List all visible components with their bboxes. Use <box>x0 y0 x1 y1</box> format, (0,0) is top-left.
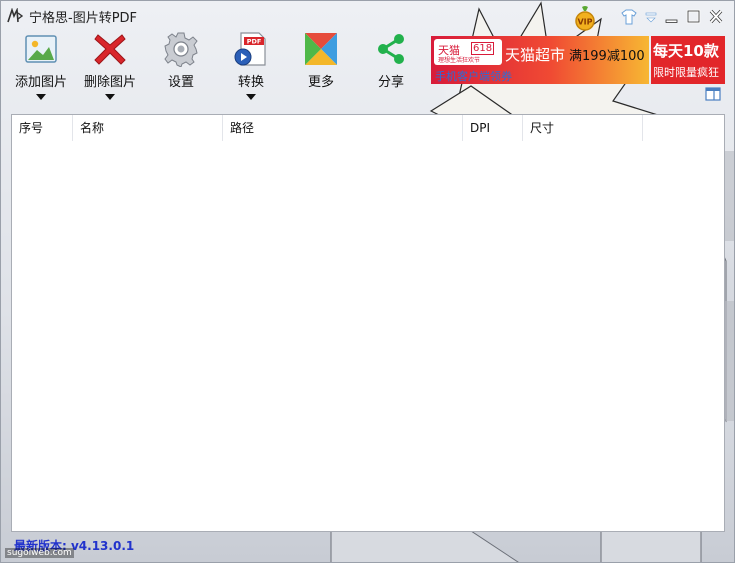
column-header-path[interactable]: 路径 <box>223 115 463 141</box>
column-header-name[interactable]: 名称 <box>73 115 223 141</box>
ad-main-panel[interactable]: 天猫 618 理想生活狂欢节 天猫超市 满199减100 手机客户端领券 <box>431 36 649 84</box>
convert-button[interactable]: PDF 转换 <box>220 31 282 100</box>
layout-toggle-icon[interactable] <box>705 87 721 101</box>
delete-x-icon <box>94 34 126 65</box>
column-header-dpi[interactable]: DPI <box>463 115 523 141</box>
vip-badge-icon[interactable]: VIP <box>573 5 597 31</box>
ad-banner[interactable]: 天猫 618 理想生活狂欢节 天猫超市 满199减100 手机客户端领券 每天1… <box>431 36 725 84</box>
ad-side-panel[interactable]: 每天10款 限时限量疯狂 <box>651 36 725 84</box>
close-icon[interactable] <box>707 9 725 25</box>
more-label: 更多 <box>307 75 334 90</box>
more-apps-icon <box>305 33 337 65</box>
minimize-icon[interactable] <box>663 9 681 25</box>
ad-right-title: 每天10款 <box>653 42 719 60</box>
skin-icon[interactable] <box>620 9 638 25</box>
share-icon <box>378 34 404 64</box>
ad-slogan: 理想生活狂欢节 <box>438 57 481 64</box>
settings-button[interactable]: 设置 <box>150 31 212 90</box>
delete-image-button[interactable]: 删除图片 <box>79 31 141 100</box>
add-image-button[interactable]: 添加图片 <box>10 31 72 100</box>
svg-text:VIP: VIP <box>577 18 592 27</box>
more-button[interactable]: 更多 <box>290 31 352 90</box>
column-header-index[interactable]: 序号 <box>12 115 73 141</box>
share-label: 分享 <box>377 75 404 90</box>
ad-brand-logo: 天猫 618 理想生活狂欢节 <box>434 39 502 65</box>
convert-pdf-icon: PDF <box>234 32 266 66</box>
window-title: 宁格思-图片转PDF <box>29 11 138 26</box>
title-bar: 宁格思-图片转PDF VIP <box>1 1 734 31</box>
app-logo-icon <box>7 8 23 23</box>
convert-label: 转换 <box>237 75 264 90</box>
gear-icon <box>164 32 198 67</box>
add-image-dropdown-caret[interactable] <box>36 94 46 100</box>
add-image-icon <box>25 35 57 63</box>
share-button[interactable]: 分享 <box>360 31 422 90</box>
app-window: 宁格思-图片转PDF VIP 添加图片 删除图片 设置 PDF 转换 更多 分享… <box>0 0 735 563</box>
delete-image-dropdown-caret[interactable] <box>105 94 115 100</box>
ad-right-subtitle: 限时限量疯狂 <box>653 66 719 79</box>
ad-subtitle: 手机客户端领券 <box>435 70 512 83</box>
delete-image-label: 删除图片 <box>83 75 136 90</box>
add-image-label: 添加图片 <box>14 75 67 90</box>
dropdown-menu-icon[interactable] <box>642 9 660 25</box>
ad-title: 天猫超市 <box>505 46 566 64</box>
convert-dropdown-caret[interactable] <box>246 94 256 100</box>
settings-label: 设置 <box>167 75 194 90</box>
table-header: 序号 名称 路径 DPI 尺寸 <box>12 115 724 141</box>
pdf-badge-text: PDF <box>247 38 262 46</box>
watermark-text: sugoiweb.com <box>5 548 74 558</box>
column-header-size[interactable]: 尺寸 <box>523 115 643 141</box>
ad-badge: 618 <box>471 42 495 55</box>
image-list-table[interactable]: 序号 名称 路径 DPI 尺寸 <box>11 114 725 532</box>
maximize-icon[interactable] <box>685 9 703 25</box>
ad-promo: 满199减100 <box>569 49 645 64</box>
